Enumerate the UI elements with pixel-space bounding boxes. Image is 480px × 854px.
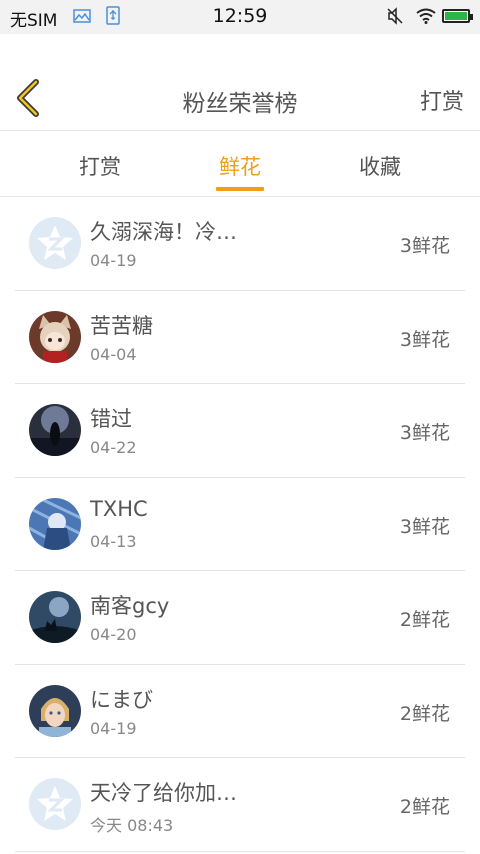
mute-icon <box>387 7 403 25</box>
avatar <box>29 311 81 363</box>
list-item[interactable]: 久溺深海！冷… 04-19 3鲜花 <box>15 197 465 291</box>
avatar <box>29 498 81 550</box>
flower-count: 2鲜花 <box>399 796 450 818</box>
avatar <box>29 404 81 456</box>
list-item[interactable]: TXHC 04-13 3鲜花 <box>15 478 465 571</box>
flower-count: 3鲜花 <box>399 235 450 257</box>
status-bar: 无SIM 12:59 <box>0 0 480 34</box>
list-item[interactable]: 天冷了给你加… 今天 08:43 2鲜花 <box>15 758 465 852</box>
avatar <box>29 591 81 643</box>
active-tab-indicator <box>216 187 264 191</box>
avatar <box>29 217 81 269</box>
list-item[interactable]: 苦苦糖 04-04 3鲜花 <box>15 291 465 384</box>
user-name: TXHC <box>90 496 148 521</box>
user-name: 天冷了给你加… <box>90 781 237 805</box>
user-name: 久溺深海！冷… <box>90 220 237 244</box>
wifi-icon <box>416 8 436 24</box>
gift-date: 04-04 <box>90 344 137 364</box>
avatar <box>29 778 81 830</box>
avatar <box>29 685 81 737</box>
list-item[interactable]: にまび 04-19 2鲜花 <box>15 665 465 758</box>
gift-date: 04-22 <box>90 438 137 457</box>
header: 粉丝荣誉榜 打赏 <box>0 34 480 131</box>
reward-button[interactable]: 打赏 <box>420 84 464 116</box>
tab-favorites[interactable]: 收藏 <box>330 151 430 195</box>
gift-date: 今天 08:43 <box>90 816 174 835</box>
flower-count: 3鲜花 <box>399 515 450 538</box>
user-name: 苦苦糖 <box>90 313 153 338</box>
gift-date: 04-20 <box>90 625 137 644</box>
battery-icon <box>442 9 473 23</box>
list-item[interactable]: 南客gcy 04-20 2鲜花 <box>15 571 465 665</box>
gift-date: 04-19 <box>90 251 137 270</box>
tab-bar: 打赏 鲜花 收藏 <box>0 131 480 197</box>
flower-count: 3鲜花 <box>399 422 450 444</box>
flower-count: 2鲜花 <box>399 609 450 631</box>
ranking-list: 久溺深海！冷… 04-19 3鲜花 苦苦糖 04-04 3鲜花 错过 04-22… <box>0 197 480 852</box>
clock: 12:59 <box>212 5 268 27</box>
tab-reward[interactable]: 打赏 <box>50 151 150 195</box>
user-name: 南客gcy <box>90 594 170 618</box>
page-title: 粉丝荣誉榜 <box>182 91 298 117</box>
flower-count: 3鲜花 <box>399 328 450 351</box>
user-name: にまび <box>90 687 153 712</box>
gift-date: 04-19 <box>90 718 137 738</box>
flower-count: 2鲜花 <box>399 702 450 725</box>
user-name: 错过 <box>90 407 132 431</box>
gift-date: 04-13 <box>90 531 137 551</box>
list-item[interactable]: 错过 04-22 3鲜花 <box>15 384 465 478</box>
